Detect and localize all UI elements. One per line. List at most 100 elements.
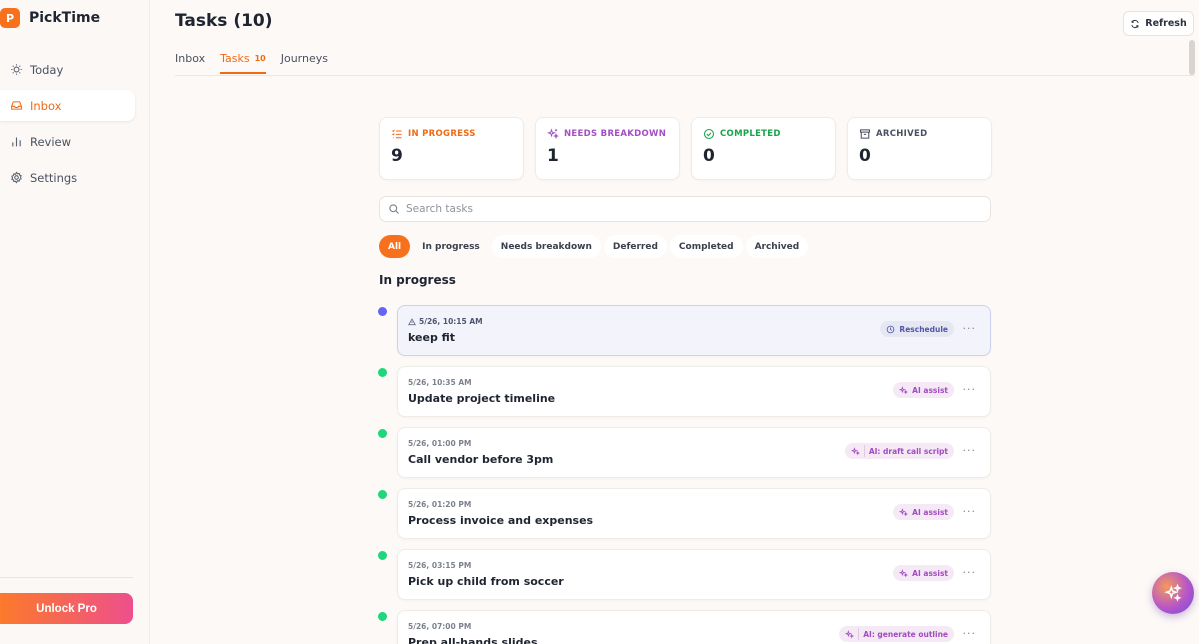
stat-value: 1 bbox=[547, 146, 559, 166]
tab-journeys[interactable]: Journeys bbox=[281, 50, 328, 74]
more-options-button[interactable]: ··· bbox=[963, 322, 977, 335]
task-status-dot bbox=[378, 368, 387, 377]
task-status-dot bbox=[378, 307, 387, 316]
more-options-button[interactable]: ··· bbox=[963, 627, 977, 640]
task-status-dot bbox=[378, 429, 387, 438]
ai-generate-outline-button[interactable]: AI: generate outline bbox=[839, 626, 954, 642]
sparkles-icon bbox=[1164, 584, 1182, 602]
tab-tasks[interactable]: Tasks 10 bbox=[220, 50, 266, 74]
sparkles-icon bbox=[899, 385, 909, 394]
task-title: Prep all-hands slides bbox=[408, 636, 538, 644]
more-options-button[interactable]: ··· bbox=[963, 566, 977, 579]
task-time: 5/26, 10:35 AM bbox=[408, 378, 472, 387]
search-input[interactable] bbox=[406, 203, 966, 215]
stat-card-completed[interactable]: COMPLETED 0 bbox=[691, 117, 836, 180]
action-separator bbox=[863, 445, 865, 457]
stat-header: IN PROGRESS bbox=[391, 128, 512, 140]
task-title: Update project timeline bbox=[408, 392, 556, 405]
header-divider bbox=[175, 75, 1195, 76]
task-row: 5/26, 01:20 PM Process invoice and expen… bbox=[377, 488, 997, 549]
task-title: Pick up child from soccer bbox=[408, 575, 564, 588]
tab-inbox[interactable]: Inbox bbox=[175, 50, 205, 74]
stat-card-needs-breakdown[interactable]: NEEDS BREAKDOWN 1 bbox=[535, 117, 680, 180]
sidebar-nav: Today Inbox Review Settings bbox=[0, 54, 135, 198]
sparkles-icon bbox=[845, 629, 855, 638]
ai-assistant-fab[interactable] bbox=[1152, 572, 1194, 614]
task-card[interactable]: 5/26, 01:00 PM Call vendor before 3pm AI… bbox=[397, 427, 991, 478]
scrollbar-thumb[interactable] bbox=[1189, 40, 1195, 75]
app-logo: P bbox=[0, 8, 20, 28]
stat-label: IN PROGRESS bbox=[408, 129, 476, 139]
clock-icon bbox=[887, 325, 895, 333]
task-card[interactable]: 5/26, 07:00 PM Prep all-hands slides AI:… bbox=[397, 610, 991, 644]
more-options-button[interactable]: ··· bbox=[963, 444, 977, 457]
inbox-icon bbox=[11, 101, 22, 110]
task-status-dot bbox=[378, 551, 387, 560]
stat-value: 9 bbox=[391, 146, 403, 166]
sidebar-item-settings[interactable]: Settings bbox=[0, 162, 135, 193]
brand[interactable]: P PickTime bbox=[0, 8, 100, 28]
action-label: AI assist bbox=[912, 507, 948, 517]
search-bar bbox=[379, 196, 991, 222]
sidebar-item-label: Settings bbox=[30, 170, 78, 185]
unlock-pro-button[interactable]: Unlock Pro bbox=[0, 593, 133, 624]
more-options-button[interactable]: ··· bbox=[963, 383, 977, 396]
task-card[interactable]: 5/26, 10:35 AM Update project timeline A… bbox=[397, 366, 991, 417]
task-row: 5/26, 03:15 PM Pick up child from soccer… bbox=[377, 549, 997, 610]
sun-icon bbox=[11, 64, 22, 75]
sidebar-item-inbox[interactable]: Inbox bbox=[0, 90, 135, 121]
section-title: In progress bbox=[379, 273, 456, 287]
task-time-label: 5/26, 01:00 PM bbox=[408, 439, 472, 448]
action-label: AI assist bbox=[912, 568, 948, 578]
task-time-label: 5/26, 10:15 AM bbox=[419, 317, 483, 326]
sparkles-icon bbox=[899, 507, 909, 516]
stat-card-in-progress[interactable]: IN PROGRESS 9 bbox=[379, 117, 524, 180]
sidebar-item-label: Inbox bbox=[30, 98, 62, 113]
task-time-label: 5/26, 01:20 PM bbox=[408, 500, 472, 509]
task-time: 5/26, 01:00 PM bbox=[408, 439, 471, 448]
filter-chips: All In progress Needs breakdown Deferred… bbox=[379, 235, 809, 258]
ai-assist-button[interactable]: AI assist bbox=[893, 565, 954, 581]
action-label: AI assist bbox=[912, 385, 948, 395]
task-time: 5/26, 01:20 PM bbox=[408, 500, 471, 509]
sparkles-icon bbox=[547, 128, 559, 140]
reschedule-button[interactable]: Reschedule bbox=[880, 321, 954, 337]
task-time-label: 5/26, 03:15 PM bbox=[408, 561, 472, 570]
task-row: 5/26, 01:00 PM Call vendor before 3pm AI… bbox=[377, 427, 997, 488]
action-label: AI: generate outline bbox=[863, 629, 948, 639]
task-time-label: 5/26, 10:35 AM bbox=[408, 378, 472, 387]
filter-completed[interactable]: Completed bbox=[669, 235, 743, 258]
sidebar-divider bbox=[0, 577, 133, 578]
task-card[interactable]: 5/26, 01:20 PM Process invoice and expen… bbox=[397, 488, 991, 539]
task-title: Call vendor before 3pm bbox=[408, 453, 554, 466]
tab-label: Journeys bbox=[280, 52, 328, 65]
refresh-label: Refresh bbox=[1145, 18, 1187, 29]
warning-icon bbox=[408, 317, 416, 325]
scrollbar[interactable] bbox=[1188, 40, 1196, 640]
sidebar-item-today[interactable]: Today bbox=[0, 54, 135, 85]
filter-all[interactable]: All bbox=[379, 235, 411, 258]
sidebar-item-review[interactable]: Review bbox=[0, 126, 135, 157]
ai-assist-button[interactable]: AI assist bbox=[893, 382, 954, 398]
task-row: 5/26, 07:00 PM Prep all-hands slides AI:… bbox=[377, 610, 997, 644]
task-row: 5/26, 10:15 AM keep fit Reschedule ··· bbox=[377, 305, 997, 366]
filter-in-progress[interactable]: In progress bbox=[413, 235, 489, 258]
ai-draft-call-script-button[interactable]: AI: draft call script bbox=[844, 443, 954, 459]
task-time: 5/26, 03:15 PM bbox=[408, 561, 471, 570]
tab-count-badge: 10 bbox=[254, 54, 266, 63]
task-time-label: 5/26, 07:00 PM bbox=[408, 622, 472, 631]
task-card[interactable]: 5/26, 10:15 AM keep fit Reschedule ··· bbox=[397, 305, 991, 356]
filter-needs-breakdown[interactable]: Needs breakdown bbox=[491, 235, 601, 258]
task-list: 5/26, 10:15 AM keep fit Reschedule ··· 5… bbox=[377, 305, 997, 644]
filter-archived[interactable]: Archived bbox=[745, 235, 809, 258]
task-title: Process invoice and expenses bbox=[408, 514, 594, 527]
stat-card-archived[interactable]: ARCHIVED 0 bbox=[847, 117, 992, 180]
sidebar-item-label: Review bbox=[30, 134, 72, 149]
filter-deferred[interactable]: Deferred bbox=[603, 235, 667, 258]
ai-assist-button[interactable]: AI assist bbox=[893, 504, 954, 520]
task-card[interactable]: 5/26, 03:15 PM Pick up child from soccer… bbox=[397, 549, 991, 600]
refresh-button[interactable]: Refresh bbox=[1123, 11, 1194, 36]
more-options-button[interactable]: ··· bbox=[963, 505, 977, 518]
stat-value: 0 bbox=[859, 146, 871, 166]
task-time: 5/26, 10:15 AM bbox=[408, 317, 483, 326]
